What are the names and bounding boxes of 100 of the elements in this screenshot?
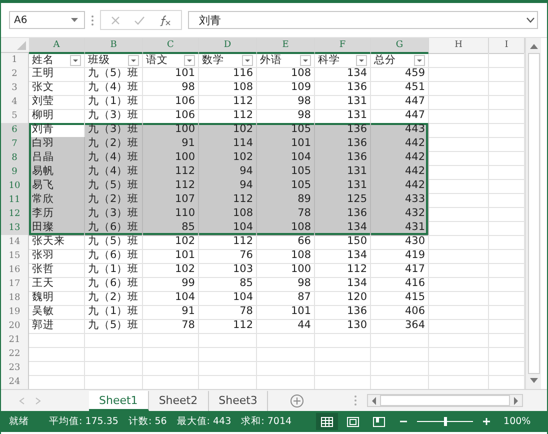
- row-header[interactable]: 16: [1, 263, 29, 278]
- scroll-up-icon[interactable]: [528, 42, 538, 50]
- table-cell: 九（6）班: [85, 221, 143, 236]
- table-cell: [429, 291, 489, 306]
- add-sheet-icon[interactable]: [290, 394, 304, 408]
- filter-dropdown-icon[interactable]: [414, 55, 425, 66]
- row-header[interactable]: 2: [1, 67, 29, 82]
- vertical-scrollbar[interactable]: [525, 38, 541, 389]
- column-header[interactable]: G: [371, 38, 429, 54]
- table-cell: 张哲: [29, 263, 85, 278]
- row-header[interactable]: 1: [1, 53, 29, 68]
- function-icon[interactable]: [159, 14, 171, 26]
- row-header[interactable]: 18: [1, 291, 29, 306]
- column-header[interactable]: F: [315, 38, 371, 54]
- filter-dropdown-icon[interactable]: [242, 55, 253, 66]
- formula-field[interactable]: 刘青: [188, 11, 538, 29]
- table-cell: 136: [315, 123, 371, 138]
- slider-thumb[interactable]: [444, 417, 447, 426]
- table-cell: 87: [257, 291, 315, 306]
- status-statistic: 求和: 7014: [241, 415, 292, 428]
- table-cell: 112: [199, 95, 257, 110]
- zoom-in-icon[interactable]: [482, 418, 490, 425]
- table-cell: [429, 81, 489, 96]
- table-cell: 443: [371, 123, 429, 138]
- row-header[interactable]: 17: [1, 277, 29, 292]
- table-cell: 易帆: [29, 165, 85, 180]
- table-cell: 44: [257, 319, 315, 334]
- row-header[interactable]: 14: [1, 235, 29, 250]
- table-cell: 150: [315, 235, 371, 250]
- table-cell: 112: [143, 179, 199, 194]
- row-header[interactable]: 6: [1, 123, 29, 138]
- row-header[interactable]: 24: [1, 375, 29, 390]
- scrollbar-thumb[interactable]: [380, 395, 510, 406]
- table-cell: 442: [371, 137, 429, 152]
- filter-dropdown-icon[interactable]: [184, 55, 195, 66]
- scrollbar-thumb[interactable]: [528, 53, 540, 374]
- row-header[interactable]: 10: [1, 179, 29, 194]
- check-icon[interactable]: [134, 16, 145, 24]
- table-cell: 易飞: [29, 179, 85, 194]
- status-statistic: 平均值: 175.35: [49, 415, 118, 428]
- row-header[interactable]: 9: [1, 165, 29, 180]
- status-statistic: 计数: 56: [128, 415, 167, 428]
- column-header[interactable]: I: [489, 38, 525, 54]
- table-cell: 136: [315, 151, 371, 166]
- scroll-left-icon[interactable]: [371, 396, 378, 404]
- column-title: 科学: [318, 54, 340, 67]
- row-header[interactable]: 8: [1, 151, 29, 166]
- column-title: 语文: [146, 54, 168, 67]
- table-cell: 吴敏: [29, 305, 85, 320]
- filter-dropdown-icon[interactable]: [356, 55, 367, 66]
- table-cell: 白羽: [29, 137, 85, 152]
- row-header[interactable]: 5: [1, 109, 29, 124]
- row-header[interactable]: 22: [1, 347, 29, 362]
- column-header[interactable]: B: [85, 38, 143, 54]
- row-header[interactable]: 4: [1, 95, 29, 110]
- row-header[interactable]: 3: [1, 81, 29, 96]
- table-cell: 85: [143, 221, 199, 236]
- expand-icon[interactable]: [526, 17, 535, 23]
- row-header[interactable]: 15: [1, 249, 29, 264]
- row-header[interactable]: 21: [1, 333, 29, 348]
- table-cell: 104: [199, 291, 257, 306]
- column-header[interactable]: C: [143, 38, 199, 54]
- table-cell: 134: [315, 221, 371, 236]
- table-cell: 134: [315, 249, 371, 264]
- row-header[interactable]: 11: [1, 193, 29, 208]
- view-button[interactable]: [316, 413, 338, 430]
- scroll-down-icon[interactable]: [528, 377, 538, 385]
- horizontal-scrollbar[interactable]: [367, 394, 523, 407]
- row-header[interactable]: 19: [1, 305, 29, 320]
- scroll-right-icon[interactable]: [513, 396, 519, 404]
- table-cell: 406: [371, 305, 429, 320]
- sheet-tab[interactable]: Sheet1: [89, 390, 149, 410]
- filter-dropdown-icon[interactable]: [300, 55, 311, 66]
- table-cell: [429, 109, 489, 124]
- table-cell: 102: [143, 263, 199, 278]
- row-header[interactable]: 23: [1, 361, 29, 376]
- splitter-icon[interactable]: [91, 14, 94, 26]
- table-cell: 九（1）班: [85, 305, 143, 320]
- column-header[interactable]: E: [257, 38, 315, 54]
- table-cell: 吕晶: [29, 151, 85, 166]
- filter-dropdown-icon[interactable]: [128, 55, 139, 66]
- table-cell: 66: [257, 235, 315, 250]
- zoom-level[interactable]: 100%: [504, 416, 531, 427]
- column-header[interactable]: D: [199, 38, 257, 54]
- name-box[interactable]: A6: [9, 11, 85, 29]
- column-header[interactable]: H: [429, 38, 489, 54]
- table-cell: 103: [199, 263, 257, 278]
- row-header[interactable]: 13: [1, 221, 29, 236]
- table-cell: 459: [371, 67, 429, 82]
- table-cell: 114: [199, 137, 257, 152]
- row-header[interactable]: 7: [1, 137, 29, 152]
- column-header[interactable]: A: [29, 38, 85, 54]
- table-cell: 105: [257, 123, 315, 138]
- filter-dropdown-icon[interactable]: [70, 55, 81, 66]
- row-header[interactable]: 12: [1, 207, 29, 222]
- zoom-out-icon[interactable]: [400, 418, 407, 425]
- row-header[interactable]: 20: [1, 319, 29, 334]
- splitter-icon[interactable]: [354, 395, 358, 406]
- table-cell: 九（5）班: [85, 179, 143, 194]
- table-cell: 131: [315, 165, 371, 180]
